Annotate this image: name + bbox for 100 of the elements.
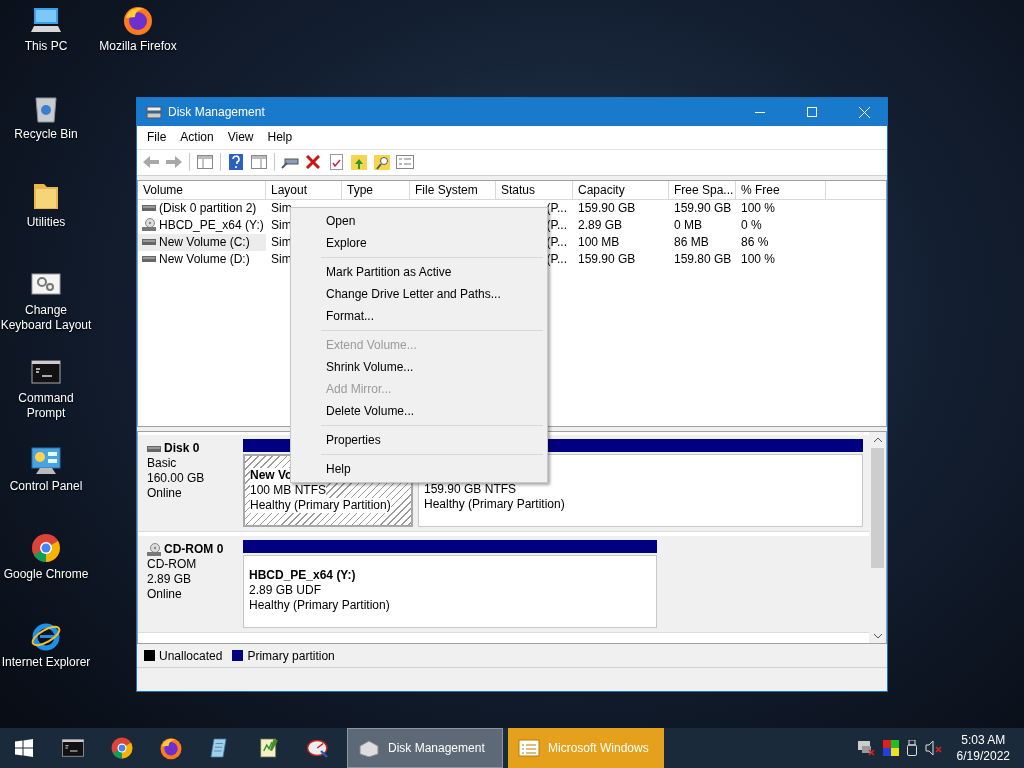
legend-label: Primary partition xyxy=(247,648,335,663)
table-cell-text: 2.89 GB xyxy=(577,216,624,234)
disk-info-panel[interactable]: Disk 0 Basic 160.00 GB Online xyxy=(138,435,240,532)
column-header[interactable]: Type xyxy=(342,180,410,199)
desktop-icon-label[interactable]: Control Panel xyxy=(9,479,83,494)
menu-item[interactable]: Format... xyxy=(293,305,545,327)
menu-item[interactable]: Properties xyxy=(293,429,545,451)
windows-logo-icon xyxy=(15,739,33,757)
drive-icon xyxy=(147,445,161,452)
terminal-icon xyxy=(60,736,85,760)
column-header[interactable]: % Free xyxy=(736,180,826,199)
disk-size: 160.00 GB xyxy=(147,471,206,487)
volume-cell[interactable]: New Volume (D:) xyxy=(138,250,266,268)
table-cell-text: 0 % xyxy=(740,216,763,234)
scroll-thumb[interactable] xyxy=(871,448,884,569)
list-window-icon xyxy=(518,739,540,757)
table-cell-text: 86 % xyxy=(740,233,770,251)
checked-document-icon xyxy=(329,154,343,171)
legend-label: Unallocated xyxy=(159,648,223,663)
partition-name: HBCD_PE_x64 (Y:) xyxy=(249,568,356,584)
clock-time[interactable]: 5:03 AM xyxy=(961,732,1006,748)
disk-state: Online xyxy=(147,486,183,502)
menu-item[interactable]: Explore xyxy=(293,232,545,254)
partition-status: Healthy (Primary Partition) xyxy=(424,497,565,513)
disk-name: CD-ROM 0 xyxy=(164,542,224,558)
volume-name: New Volume (C:) xyxy=(159,233,250,251)
drive-icon xyxy=(146,105,162,119)
table-cell-text: 159.90 GB xyxy=(577,199,637,217)
column-header[interactable]: Free Spa... xyxy=(669,180,736,199)
firefox-icon xyxy=(122,4,154,36)
disk-size: 2.89 GB xyxy=(147,572,193,588)
disk-info-panel[interactable]: CD-ROM 0 CD-ROM 2.89 GB Online xyxy=(138,536,240,633)
maximize-icon xyxy=(807,107,817,117)
column-header[interactable]: Status xyxy=(496,180,573,199)
menu-bar-item[interactable]: Action xyxy=(173,128,221,147)
close-icon xyxy=(858,106,870,118)
disk-type: CD-ROM xyxy=(147,557,198,573)
desktop-icon-label[interactable]: Recycle Bin xyxy=(14,127,78,142)
partition-detail: 100 MB NTFS xyxy=(250,483,327,499)
window-title: Disk Management xyxy=(168,105,266,119)
menu-item[interactable]: Change Drive Letter and Paths... xyxy=(293,283,545,305)
partition-box[interactable]: HBCD_PE_x64 (Y:) 2.89 GB UDF Healthy (Primary Partition) xyxy=(243,555,657,629)
desktop-icon-label[interactable]: Change Keyboard Layout xyxy=(0,303,92,333)
menu-bar-item[interactable]: File xyxy=(140,128,174,147)
menu-item[interactable]: Delete Volume... xyxy=(293,400,545,422)
scroll-down-icon xyxy=(873,633,882,639)
menu-item[interactable]: Shrink Volume... xyxy=(293,356,545,378)
clock-date[interactable]: 6/19/2022 xyxy=(956,748,1010,764)
desktop-icon-label[interactable]: Utilities xyxy=(26,215,66,230)
drive-icon xyxy=(142,256,156,263)
checklist-icon xyxy=(396,155,414,170)
desktop-icon-label[interactable]: Command Prompt xyxy=(0,391,92,421)
partition-status: Healthy (Primary Partition) xyxy=(250,498,391,514)
menu-item[interactable]: Open xyxy=(293,210,545,232)
control-panel-icon xyxy=(30,444,62,476)
network-icon[interactable] xyxy=(856,740,875,756)
cd-drive-icon xyxy=(142,218,156,233)
help-button[interactable] xyxy=(226,152,246,173)
table-cell-text: 159.80 GB xyxy=(673,250,733,268)
muted-speaker-icon[interactable] xyxy=(924,740,943,756)
volume-name: HBCD_PE_x64 (Y:) xyxy=(159,216,264,234)
desktop-icon-label[interactable]: Mozilla Firefox xyxy=(99,39,177,54)
column-header[interactable]: File System xyxy=(410,180,496,199)
panes-icon xyxy=(197,155,213,170)
scrollbar[interactable] xyxy=(869,432,886,644)
volume-cell[interactable]: HBCD_PE_x64 (Y:) xyxy=(138,216,266,234)
table-cell-text: 86 MB xyxy=(673,233,710,251)
menu-bar-item[interactable]: View xyxy=(220,128,261,147)
explore-button[interactable] xyxy=(372,152,392,173)
volume-cell[interactable]: New Volume (C:) xyxy=(138,233,266,251)
menu-item[interactable]: Mark Partition as Active xyxy=(293,261,545,283)
minimize-icon xyxy=(755,111,765,113)
delete-icon xyxy=(306,155,320,170)
usb-drive-icon[interactable] xyxy=(906,740,917,756)
column-header[interactable]: Capacity xyxy=(573,180,669,199)
volume-name: New Volume (D:) xyxy=(159,250,250,268)
firefox-icon xyxy=(158,736,183,760)
volume-name: (Disk 0 partition 2) xyxy=(159,199,257,217)
cd-drive-icon xyxy=(147,542,161,557)
desktop-icon-label[interactable]: This PC xyxy=(24,39,68,54)
help-icon xyxy=(229,154,243,171)
table-cell-text: 159.90 GB xyxy=(673,199,733,217)
open-button[interactable] xyxy=(349,152,369,173)
scroll-up-icon xyxy=(873,436,882,442)
color-palette-icon[interactable] xyxy=(882,740,899,756)
volume-cell[interactable]: (Disk 0 partition 2) xyxy=(138,199,266,217)
folder-magnifier-icon xyxy=(374,154,390,171)
desktop-icon-label[interactable]: Google Chrome xyxy=(3,567,89,582)
menu-bar-item[interactable]: Help xyxy=(260,128,300,147)
desktop-icon-label[interactable]: Internet Explorer xyxy=(1,655,91,670)
drive-icon xyxy=(142,205,156,212)
taskbar-task-button[interactable]: Disk Management xyxy=(347,728,503,768)
table-cell-text: 100 MB xyxy=(577,233,621,251)
column-header[interactable]: Layout xyxy=(266,180,342,199)
column-header[interactable]: Volume xyxy=(138,180,266,199)
panes-icon xyxy=(251,155,267,170)
table-cell-text: 100 % xyxy=(740,250,777,268)
disk-state: Online xyxy=(147,587,183,603)
disk-name: Disk 0 xyxy=(164,441,200,457)
back-arrow-icon xyxy=(142,155,160,170)
